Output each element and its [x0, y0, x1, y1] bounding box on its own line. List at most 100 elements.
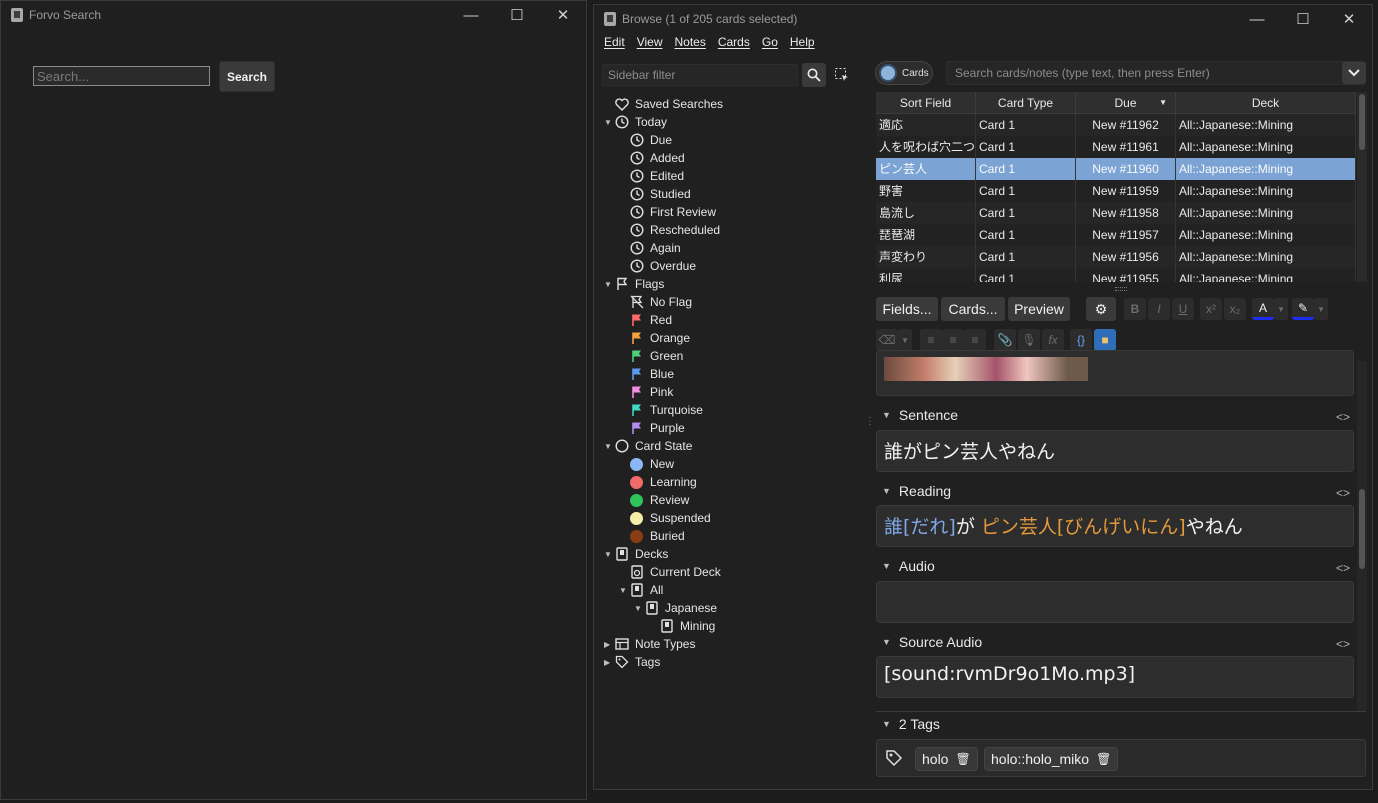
menu-notes[interactable]: Notes — [674, 35, 705, 57]
field-label-source-audio[interactable]: ▼ Source Audio — [882, 634, 982, 650]
sidebar-item-again[interactable]: Again — [604, 239, 864, 257]
tag-editor[interactable]: holo 🗑 holo::holo_miko 🗑 — [876, 739, 1366, 777]
table-row[interactable]: 利尿 Card 1 New #11955 All::Japanese::Mining — [876, 268, 1356, 282]
maximize-icon[interactable]: ☐ — [1280, 5, 1326, 33]
table-row[interactable]: 声変わり Card 1 New #11956 All::Japanese::Minin… — [876, 246, 1356, 268]
sidebar-item-mining[interactable]: Mining — [604, 617, 864, 635]
sidebar-item-studied[interactable]: Studied — [604, 185, 864, 203]
attach-icon[interactable]: 📎 — [994, 329, 1016, 351]
menu-view[interactable]: View — [637, 35, 663, 57]
expand-arrow-icon[interactable]: ▼ — [604, 550, 614, 559]
sidebar-item-no-flag[interactable]: No Flag — [604, 293, 864, 311]
table-row[interactable]: 琵琶湖 Card 1 New #11957 All::Japanese::Mining — [876, 224, 1356, 246]
trash-icon[interactable]: 🗑 — [955, 752, 970, 766]
table-row[interactable]: 野害 Card 1 New #11959 All::Japanese::Mining — [876, 180, 1356, 202]
sidebar-item-rescheduled[interactable]: Rescheduled — [604, 221, 864, 239]
sidebar-item-review[interactable]: Review — [604, 491, 864, 509]
html-toggle-icon[interactable]: <> — [1336, 561, 1350, 575]
superscript-icon[interactable]: x² — [1200, 298, 1222, 320]
menu-cards[interactable]: Cards — [718, 35, 750, 57]
tag-pill[interactable]: holo 🗑 — [915, 747, 978, 771]
sidebar-item-edited[interactable]: Edited — [604, 167, 864, 185]
sidebar-item-purple[interactable]: Purple — [604, 419, 864, 437]
sidebar-item-card-state[interactable]: ▼ Card State — [604, 437, 864, 455]
browse-search-input[interactable]: Search cards/notes (type text, then pres… — [946, 61, 1366, 85]
italic-icon[interactable]: I — [1148, 298, 1170, 320]
bold-icon[interactable]: B — [1124, 298, 1146, 320]
chevron-down-icon[interactable] — [1342, 62, 1366, 84]
splitter-handle[interactable] — [1115, 287, 1127, 291]
table-row[interactable]: 島流し Card 1 New #11958 All::Japanese::Mining — [876, 202, 1356, 224]
sidebar-item-blue[interactable]: Blue — [604, 365, 864, 383]
sidebar-item-overdue[interactable]: Overdue — [604, 257, 864, 275]
minimize-icon[interactable]: — — [1234, 5, 1280, 33]
sidebar-item-buried[interactable]: Buried — [604, 527, 864, 545]
column-header-sort-field[interactable]: Sort Field — [876, 92, 976, 114]
sidebar-item-pink[interactable]: Pink — [604, 383, 864, 401]
table-scrollbar[interactable] — [1357, 92, 1367, 282]
expand-arrow-icon[interactable]: ▼ — [604, 118, 614, 127]
field-drag-handle[interactable]: ⋮ — [865, 416, 875, 427]
sidebar-item-current-deck[interactable]: Current Deck — [604, 563, 864, 581]
sidebar-item-turquoise[interactable]: Turquoise — [604, 401, 864, 419]
expand-arrow-icon[interactable]: ▼ — [604, 280, 614, 289]
table-row[interactable]: ピン芸人 Card 1 New #11960 All::Japanese::Minin… — [876, 158, 1356, 180]
maximize-icon[interactable]: ☐ — [494, 1, 540, 29]
cards-button[interactable]: Cards... — [941, 297, 1005, 321]
sidebar-item-all[interactable]: ▼ All — [604, 581, 864, 599]
field-label-audio[interactable]: ▼ Audio — [882, 558, 935, 574]
sidebar-item-added[interactable]: Added — [604, 149, 864, 167]
chevron-down-icon[interactable]: ▼ — [1274, 298, 1288, 320]
sentence-field[interactable]: 誰がピン芸人やねん — [876, 430, 1354, 472]
sidebar-item-learning[interactable]: Learning — [604, 473, 864, 491]
eraser-icon[interactable]: ⌫ — [876, 329, 898, 351]
microphone-icon[interactable]: 🎙 — [1018, 329, 1040, 351]
highlight-icon[interactable]: ✎ — [1292, 298, 1314, 320]
collapse-arrow-icon[interactable]: ▶ — [604, 658, 614, 667]
sidebar-item-green[interactable]: Green — [604, 347, 864, 365]
align-icon[interactable]: ≡ — [964, 329, 986, 351]
subscript-icon[interactable]: x₂ — [1224, 298, 1246, 320]
close-icon[interactable]: ✕ — [1326, 5, 1372, 33]
sidebar-item-first-review[interactable]: First Review — [604, 203, 864, 221]
sidebar-item-decks[interactable]: ▼ Decks — [604, 545, 864, 563]
search-icon[interactable] — [802, 63, 826, 87]
sidebar-item-due[interactable]: Due — [604, 131, 864, 149]
tag-pill[interactable]: holo::holo_miko 🗑 — [984, 747, 1119, 771]
sidebar-item-flags[interactable]: ▼ Flags — [604, 275, 864, 293]
cards-notes-toggle[interactable]: Cards — [875, 61, 933, 85]
sidebar-item-red[interactable]: Red — [604, 311, 864, 329]
underline-icon[interactable]: U — [1172, 298, 1194, 320]
minimize-icon[interactable]: — — [448, 1, 494, 29]
menu-go[interactable]: Go — [762, 35, 778, 57]
sidebar-item-tags[interactable]: ▶ Tags — [604, 653, 864, 671]
sidebar-item-saved-searches[interactable]: Saved Searches — [604, 95, 864, 113]
menu-help[interactable]: Help — [790, 35, 815, 57]
sidebar-item-orange[interactable]: Orange — [604, 329, 864, 347]
html-toggle-icon[interactable]: <> — [1336, 486, 1350, 500]
trash-icon[interactable]: 🗑 — [1096, 752, 1111, 766]
field-label-sentence[interactable]: ▼ Sentence — [882, 407, 958, 423]
table-row[interactable]: 適応 Card 1 New #11962 All::Japanese::Mining — [876, 114, 1356, 136]
select-tool-icon[interactable] — [830, 63, 854, 87]
numbered-list-icon[interactable]: ≡ — [942, 329, 964, 351]
column-header-deck[interactable]: Deck — [1176, 92, 1356, 114]
column-header-due[interactable]: Due ▼ — [1076, 92, 1176, 114]
html-editor-icon[interactable]: {} — [1070, 329, 1092, 351]
menu-edit[interactable]: Edit — [604, 35, 625, 57]
forvo-search-button[interactable]: Search — [219, 61, 275, 92]
scroll-thumb[interactable] — [1359, 489, 1365, 569]
close-icon[interactable]: ✕ — [540, 1, 586, 29]
field-label-reading[interactable]: ▼ Reading — [882, 483, 951, 499]
html-toggle-icon[interactable]: <> — [1336, 637, 1350, 651]
expand-arrow-icon[interactable]: ▼ — [634, 604, 644, 613]
tags-header[interactable]: ▼ 2 Tags — [882, 716, 940, 732]
scroll-thumb[interactable] — [1359, 94, 1365, 150]
forvo-search-input[interactable] — [33, 66, 210, 86]
sidebar-filter-input[interactable]: Sidebar filter — [602, 64, 798, 86]
sidebar-item-suspended[interactable]: Suspended — [604, 509, 864, 527]
preview-button[interactable]: Preview — [1008, 297, 1070, 321]
sidebar-item-note-types[interactable]: ▶ Note Types — [604, 635, 864, 653]
sidebar-item-today[interactable]: ▼ Today — [604, 113, 864, 131]
expand-arrow-icon[interactable]: ▼ — [604, 442, 614, 451]
